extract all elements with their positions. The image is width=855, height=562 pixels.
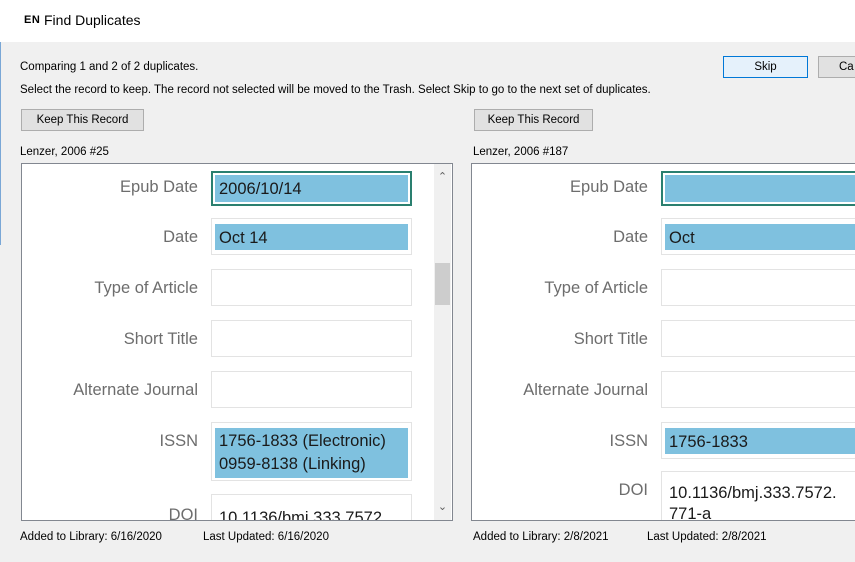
left-epub-date-row: Epub Date 2006/10/14 [22, 167, 452, 207]
keep-right-record-button[interactable]: Keep This Record [474, 109, 593, 131]
scroll-down-arrow-icon[interactable]: ⌄ [434, 499, 451, 516]
field-label: Epub Date [570, 178, 648, 196]
right-issn-field[interactable]: 1756-1833 [661, 422, 855, 459]
field-label: Alternate Journal [73, 381, 198, 399]
right-doi-field[interactable]: 10.1136/bmj.333.7572. 771-a [661, 471, 855, 521]
left-alternate-journal-field[interactable] [211, 371, 412, 408]
left-date-field[interactable]: Oct 14 [211, 218, 412, 255]
left-record-panel: Epub Date 2006/10/14 Date Oct 14 Type of… [21, 163, 453, 521]
left-alternate-journal-row: Alternate Journal [22, 370, 452, 410]
scrollbar-thumb[interactable] [435, 263, 450, 305]
left-type-of-article-field[interactable] [211, 269, 412, 306]
field-label: Epub Date [120, 178, 198, 196]
field-value: 1756-1833 (Electronic) 0959-8138 (Linking… [215, 428, 408, 478]
right-short-title-row: Short Title [472, 319, 855, 359]
left-updated-date: Last Updated: 6/16/2020 [203, 531, 329, 543]
left-short-title-row: Short Title [22, 319, 452, 359]
left-type-row: Type of Article [22, 268, 452, 308]
left-record-header: Lenzer, 2006 #25 [20, 146, 109, 158]
right-type-of-article-field[interactable] [661, 269, 855, 306]
left-issn-row: ISSN 1756-1833 (Electronic) 0959-8138 (Li… [22, 421, 452, 481]
field-label: Alternate Journal [523, 381, 648, 399]
left-issn-field[interactable]: 1756-1833 (Electronic) 0959-8138 (Linking… [211, 422, 412, 481]
field-label: ISSN [609, 432, 648, 450]
keep-left-record-button[interactable]: Keep This Record [21, 109, 144, 131]
field-label: Date [163, 228, 198, 246]
field-value-line2: 771-a [669, 505, 712, 521]
skip-button[interactable]: Skip [723, 56, 808, 78]
right-date-row: Date Oct [472, 217, 855, 257]
endnote-app-icon: EN [24, 14, 41, 26]
field-value: Oct 14 [215, 224, 408, 250]
field-value [665, 175, 855, 202]
comparison-status: Comparing 1 and 2 of 2 duplicates. [20, 61, 199, 73]
field-value: 1756-1833 [665, 428, 855, 454]
right-added-date: Added to Library: 2/8/2021 [473, 531, 609, 543]
left-scrollbar[interactable]: ⌃ ⌄ [434, 164, 451, 520]
right-epub-date-row: Epub Date [472, 167, 855, 207]
right-issn-row: ISSN 1756-1833 [472, 421, 855, 461]
window-title: Find Duplicates [44, 12, 141, 28]
field-label: Short Title [123, 330, 198, 348]
right-date-field[interactable]: Oct [661, 218, 855, 255]
left-date-row: Date Oct 14 [22, 217, 452, 257]
scroll-up-arrow-icon[interactable]: ⌃ [434, 169, 451, 186]
right-alternate-journal-field[interactable] [661, 371, 855, 408]
instructions-text: Select the record to keep. The record no… [20, 84, 651, 96]
field-label: Type of Article [94, 279, 198, 297]
right-type-row: Type of Article [472, 268, 855, 308]
right-record-header: Lenzer, 2006 #187 [473, 146, 569, 158]
field-value: 2006/10/14 [215, 175, 408, 202]
field-label: Short Title [573, 330, 648, 348]
field-label: Type of Article [544, 279, 648, 297]
right-short-title-field[interactable] [661, 320, 855, 357]
field-value: 10.1136/bmj.333.7572. [669, 484, 837, 502]
left-doi-row: DOI 10.1136/bmj.333.7572. [22, 493, 452, 521]
cancel-button[interactable]: Ca [818, 56, 855, 78]
left-doi-field[interactable]: 10.1136/bmj.333.7572. [211, 494, 412, 521]
find-duplicates-window: EN Find Duplicates Comparing 1 and 2 of … [0, 0, 855, 562]
right-epub-date-field[interactable] [661, 171, 855, 206]
left-epub-date-field[interactable]: 2006/10/14 [211, 171, 412, 206]
field-label: DOI [168, 506, 198, 521]
title-bar[interactable]: EN Find Duplicates [0, 0, 855, 42]
right-doi-row: DOI 10.1136/bmj.333.7572. 771-a [472, 470, 855, 521]
right-updated-date: Last Updated: 2/8/2021 [647, 531, 767, 543]
right-record-panel: Epub Date Date Oct Type of Article Short… [471, 163, 855, 521]
field-value: Oct [665, 224, 855, 250]
right-alternate-journal-row: Alternate Journal [472, 370, 855, 410]
field-label: Date [613, 228, 648, 246]
left-added-date: Added to Library: 6/16/2020 [20, 531, 162, 543]
left-short-title-field[interactable] [211, 320, 412, 357]
field-label: DOI [618, 481, 648, 499]
field-label: ISSN [159, 432, 198, 450]
field-value: 10.1136/bmj.333.7572. [219, 509, 387, 521]
